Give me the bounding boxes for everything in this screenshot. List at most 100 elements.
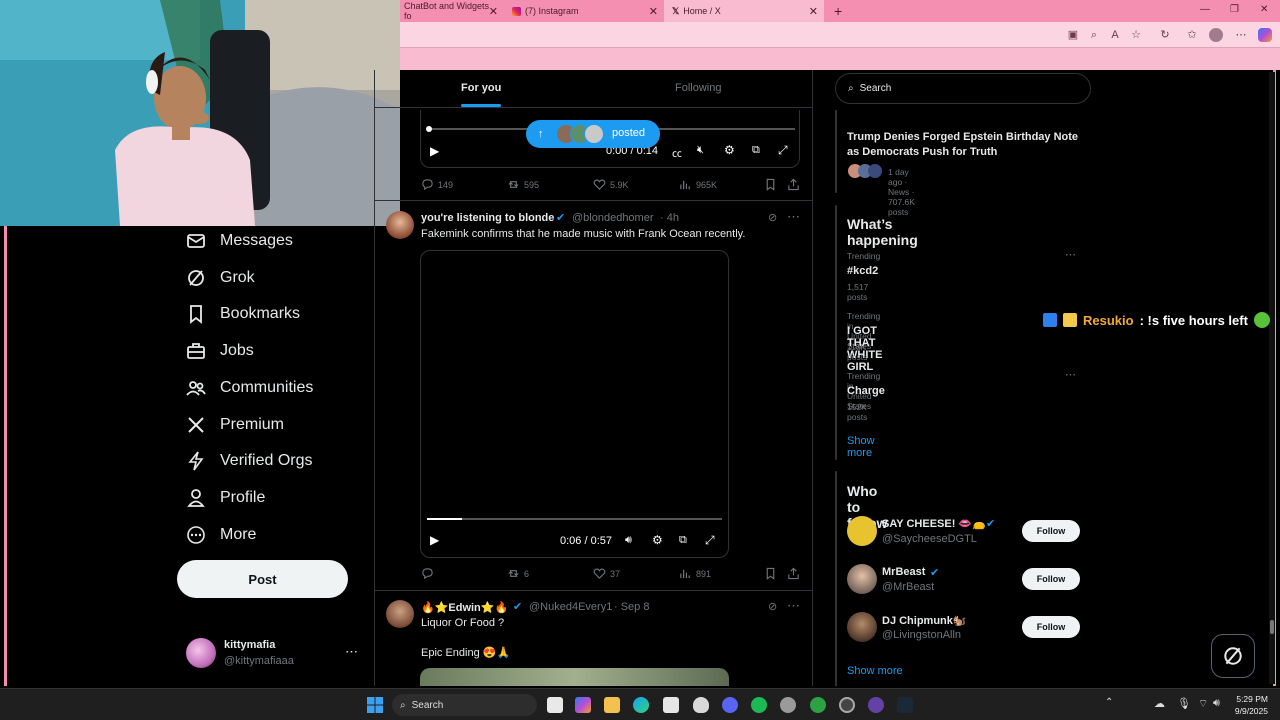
nav-item-verified-orgs[interactable]: Verified Orgs <box>186 447 312 475</box>
play-icon[interactable]: ▶ <box>430 533 439 547</box>
file-explorer-icon[interactable] <box>604 697 620 713</box>
clock-date[interactable]: 9/9/2025 <box>1230 706 1268 716</box>
discord-icon[interactable] <box>722 697 738 713</box>
like-button[interactable]: 37 <box>593 567 620 580</box>
microphone-icon[interactable]: 🎙︎ <box>1177 697 1191 710</box>
close-tab-icon[interactable]: ✕ <box>489 5 498 18</box>
pip-icon[interactable]: ⧉ <box>679 534 687 547</box>
close-window-icon[interactable]: ✕ <box>1260 4 1268 15</box>
windows-start-icon[interactable] <box>366 696 384 714</box>
avatar[interactable] <box>386 600 414 628</box>
nav-item-communities[interactable]: Communities <box>186 374 313 402</box>
clock-time[interactable]: 5:29 PM <box>1234 694 1268 704</box>
show-more-link[interactable]: Show more <box>847 665 903 677</box>
volume-icon[interactable]: 🔊︎ <box>625 534 632 547</box>
share-button[interactable] <box>787 567 800 580</box>
show-more-link[interactable]: Show more <box>847 435 875 459</box>
nav-item-bookmarks[interactable]: Bookmarks <box>186 300 300 328</box>
post-age[interactable]: · Sep 8 <box>614 601 649 613</box>
store-icon[interactable] <box>663 697 679 713</box>
spotify-icon[interactable] <box>751 697 767 713</box>
reply-button[interactable]: 149 <box>421 178 453 191</box>
nav-item-premium[interactable]: Premium <box>186 411 284 439</box>
alien-app-icon[interactable] <box>693 697 709 713</box>
bookmark-button[interactable] <box>764 178 777 191</box>
grok-icon[interactable]: ⊘ <box>768 211 777 224</box>
settings-gear-icon[interactable]: ⚙ <box>724 143 735 157</box>
grok-floating-button[interactable] <box>1211 634 1255 678</box>
bookmark-button[interactable] <box>764 567 777 580</box>
author-name[interactable]: you're listening to blonde <box>421 212 554 224</box>
taskbar-search[interactable]: ⌕ Search <box>392 694 537 716</box>
play-icon[interactable]: ▶ <box>430 144 439 158</box>
xbox-icon[interactable] <box>810 697 826 713</box>
pip-icon[interactable]: ⧉ <box>752 144 760 157</box>
settings-icon[interactable] <box>780 697 796 713</box>
search-input[interactable]: ⌕ Search <box>835 73 1091 104</box>
more-dots-icon[interactable]: ⋯ <box>787 209 800 225</box>
video-progress-track[interactable] <box>427 518 722 520</box>
more-dots-icon[interactable]: ⋯ <box>1065 248 1076 261</box>
browser-tab-active[interactable]: 𝕏 Home / X ✕ <box>664 0 824 22</box>
browser-tab[interactable]: (7) Instagram ✕ <box>504 0 664 22</box>
browser-tab[interactable]: ChatBot and Widgets fo ✕ <box>396 0 504 22</box>
refresh-icon[interactable]: ↻ <box>1158 28 1172 42</box>
video-scrubber[interactable] <box>426 126 432 132</box>
more-dots-icon[interactable]: ⋯ <box>345 644 358 660</box>
copilot-icon[interactable] <box>1258 28 1272 42</box>
author-handle[interactable]: @blondedhomer <box>572 212 654 224</box>
tab-for-you[interactable]: For you <box>461 82 501 94</box>
volume-icon[interactable]: 🔊︎ <box>1213 697 1220 710</box>
task-view-icon[interactable] <box>547 697 563 713</box>
new-posts-pill[interactable]: ↑ posted <box>526 120 660 148</box>
nav-item-messages[interactable]: Messages <box>186 227 293 255</box>
edge-icon[interactable] <box>633 697 649 713</box>
settings-gear-icon[interactable]: ⚙ <box>652 533 663 547</box>
new-tab-button[interactable]: + <box>826 0 846 22</box>
read-aloud-icon[interactable]: A <box>1108 28 1122 42</box>
views-button[interactable]: 965K <box>679 178 717 191</box>
profile-avatar-icon[interactable] <box>1209 28 1223 42</box>
more-dots-icon[interactable]: ⋯ <box>1065 368 1076 381</box>
follow-button[interactable]: Follow <box>1022 520 1080 542</box>
news-card[interactable]: Trump Denies Forged Epstein Birthday Not… <box>835 110 1078 217</box>
captions-icon[interactable]: ㏄ <box>672 145 682 160</box>
post-button[interactable]: Post <box>177 560 348 598</box>
menu-dots-icon[interactable]: ⋯ <box>1234 28 1248 42</box>
fullscreen-icon[interactable]: ⤢ <box>778 143 788 158</box>
nav-item-jobs[interactable]: Jobs <box>186 337 254 365</box>
follow-button[interactable]: Follow <box>1022 568 1080 590</box>
post-age[interactable]: · 4h <box>660 212 679 224</box>
nav-item-more[interactable]: More <box>186 521 256 549</box>
zoom-icon[interactable]: ⌕ <box>1087 28 1101 42</box>
like-button[interactable]: 5.9K <box>593 178 629 191</box>
reply-button[interactable] <box>421 567 434 580</box>
steam-icon[interactable] <box>897 697 913 713</box>
fullscreen-icon[interactable]: ⤢ <box>705 533 715 548</box>
close-tab-icon[interactable]: ✕ <box>649 5 658 18</box>
close-tab-icon[interactable]: ✕ <box>809 5 818 18</box>
share-button[interactable] <box>787 178 800 191</box>
tab-following[interactable]: Following <box>675 82 721 94</box>
favorites-icon[interactable]: ✩ <box>1185 28 1199 42</box>
obs-icon[interactable] <box>839 697 855 713</box>
video-player[interactable] <box>420 250 729 558</box>
nav-item-grok[interactable]: Grok <box>186 264 255 292</box>
repost-button[interactable]: 6 <box>507 567 529 580</box>
favorite-star-icon[interactable]: ☆ <box>1129 28 1143 42</box>
post-image[interactable] <box>420 668 729 686</box>
scrollbar-thumb[interactable] <box>1270 620 1274 634</box>
maximize-icon[interactable]: ❐ <box>1230 4 1239 15</box>
follow-button[interactable]: Follow <box>1022 616 1080 638</box>
mute-icon[interactable]: 🔇︎ <box>697 144 704 157</box>
author-name[interactable]: 🔥⭐Edwin⭐🔥 <box>421 601 508 614</box>
nav-item-profile[interactable]: Profile <box>186 484 265 512</box>
grok-icon[interactable]: ⊘ <box>768 600 777 613</box>
repost-button[interactable]: 595 <box>507 178 539 191</box>
views-button[interactable]: 891 <box>679 567 711 580</box>
wifi-icon[interactable]: ⌔ <box>1198 697 1208 711</box>
page-scrollbar[interactable] <box>1269 72 1275 684</box>
copilot-icon[interactable] <box>575 697 591 713</box>
minimize-icon[interactable]: — <box>1200 4 1210 15</box>
author-handle[interactable]: @Nuked4Every1 <box>529 601 612 613</box>
